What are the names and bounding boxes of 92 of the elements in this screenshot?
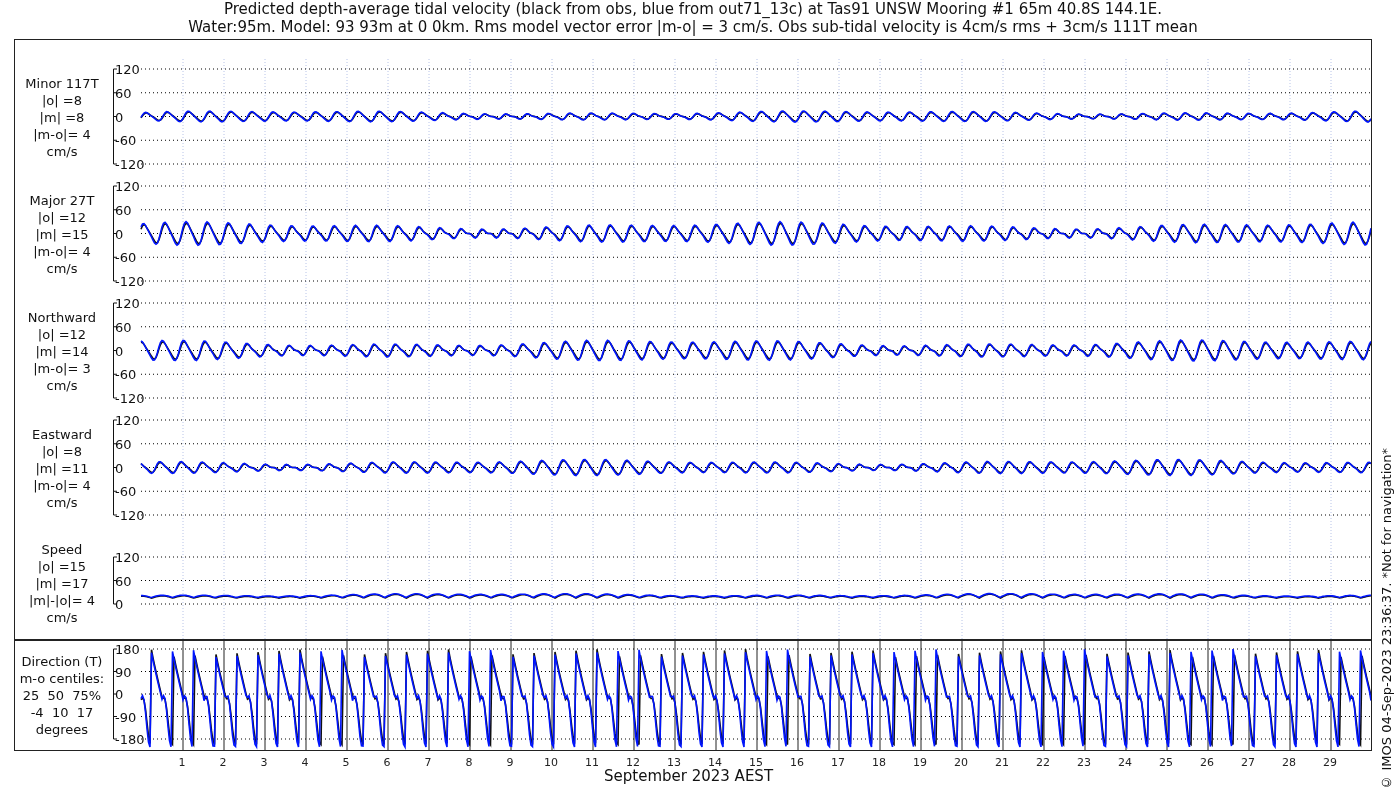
- y-tick-label: -120: [114, 391, 145, 406]
- panel-label: cm/s: [46, 143, 78, 160]
- panel-label: |m-o|= 4: [33, 126, 91, 143]
- panel-label: Direction (T): [21, 653, 103, 670]
- y-axis: [112, 556, 118, 605]
- chart-title: Predicted depth-average tidal velocity (black from obs, blue from out71_13c) at Tas91 UNSW Mooring #1 65m 40.8S 144.1E.: [224, 0, 1162, 18]
- panel-label: |m| =17: [35, 574, 89, 592]
- panel-label: |o| =15: [37, 557, 87, 575]
- y-tick-label: 120: [114, 62, 140, 77]
- panel-label: |o| =8: [41, 92, 82, 109]
- x-tick-label: 11: [585, 756, 599, 769]
- panel-label: cm/s: [46, 608, 78, 626]
- y-tick-label: -60: [114, 250, 137, 266]
- y-tick-label: -60: [114, 367, 137, 383]
- y-tick-label: 0: [114, 343, 124, 359]
- panel-label: m-o centiles:: [19, 670, 105, 687]
- panel-label: |o| =12: [37, 209, 87, 226]
- panel-label: Northward: [27, 309, 97, 326]
- y-tick-label: 90: [114, 664, 132, 680]
- y-tick-label: 0: [114, 226, 124, 242]
- y-tick-label: 0: [114, 109, 124, 125]
- panel-label: 25 50 75%: [22, 687, 102, 704]
- panel-label: cm/s: [46, 377, 78, 394]
- y-tick-label: 60: [114, 573, 132, 589]
- y-tick-label: -90: [114, 709, 137, 725]
- x-tick-label: 13: [667, 756, 681, 769]
- x-tick-label: 22: [1036, 756, 1050, 769]
- y-tick-label: -120: [114, 157, 145, 172]
- credit-text: © IMOS 04-Sep-2023 23:36:37. *Not for navigation*: [1378, 448, 1394, 790]
- y-tick-label: 60: [114, 319, 132, 335]
- y-tick-label: 180: [114, 642, 140, 657]
- x-tick-label: 28: [1282, 756, 1296, 769]
- panel-label: cm/s: [46, 494, 78, 511]
- y-tick-label: -60: [114, 133, 137, 149]
- y-tick-label: -180: [114, 732, 145, 747]
- panel-label: Eastward: [31, 426, 92, 443]
- x-tick-label: 9: [506, 756, 514, 769]
- panel-label: Major 27T: [29, 192, 95, 209]
- y-tick-label: 0: [114, 460, 124, 476]
- x-tick-label: 21: [995, 756, 1009, 769]
- x-tick-label: 7: [424, 756, 432, 769]
- x-tick-label: 27: [1241, 756, 1255, 769]
- x-axis-label: September 2023 AEST: [604, 767, 774, 785]
- y-tick-label: 120: [114, 179, 140, 194]
- y-tick-label: -120: [114, 274, 145, 289]
- x-tick-label: 2: [219, 756, 227, 769]
- panel-label: degrees: [35, 721, 89, 738]
- x-tick-label: 10: [544, 756, 558, 769]
- x-tick-label: 1: [178, 756, 186, 769]
- panel-label: cm/s: [46, 260, 78, 277]
- panel-label: |m| =15: [35, 226, 89, 243]
- panel-label: Speed: [41, 540, 83, 558]
- panel-label: |m-o|= 4: [33, 243, 91, 260]
- panel-label: |m| =14: [35, 343, 89, 360]
- x-tick-label: 4: [301, 756, 309, 769]
- x-tick-label: 25: [1159, 756, 1173, 769]
- panel-label: |o| =12: [37, 326, 87, 343]
- y-tick-label: 120: [114, 550, 140, 565]
- panel-label: |o| =8: [41, 443, 82, 460]
- y-tick-label: 60: [114, 436, 132, 452]
- x-tick-label: 18: [872, 756, 886, 769]
- y-tick-label: 120: [114, 413, 140, 428]
- panel-label: |m| =8: [39, 109, 85, 126]
- y-tick-label: 120: [114, 296, 140, 311]
- x-tick-label: 23: [1077, 756, 1091, 769]
- x-tick-label: 17: [831, 756, 845, 769]
- y-tick-label: 60: [114, 202, 132, 218]
- x-tick-label: 5: [342, 756, 350, 769]
- panel-label: |m|-|o|= 4: [28, 591, 96, 609]
- y-tick-label: 0: [114, 597, 124, 612]
- x-tick-label: 24: [1118, 756, 1132, 769]
- y-tick-label: 60: [114, 85, 132, 101]
- x-tick-label: 12: [626, 756, 640, 769]
- x-tick-label: 29: [1323, 756, 1337, 769]
- panel-label: -4 10 17: [30, 704, 94, 721]
- panel-label: Minor 117T: [25, 75, 99, 92]
- x-tick-label: 6: [383, 756, 391, 769]
- x-tick-label: 14: [708, 756, 722, 769]
- panel-label: |m-o|= 3: [33, 360, 91, 377]
- y-tick-label: -120: [114, 508, 145, 523]
- x-tick-label: 15: [749, 756, 763, 769]
- chart-title: Water:95m. Model: 93 93m at 0 0km. Rms model vector error |m-o| = 3 cm/s. Obs sub-tidal velocity is 4cm/s rms + 3cm/s 111T mean: [188, 18, 1198, 36]
- x-tick-label: 3: [260, 756, 268, 769]
- panel-label: |m-o|= 4: [33, 477, 91, 494]
- x-tick-label: 16: [790, 756, 804, 769]
- x-tick-label: 20: [954, 756, 968, 769]
- x-tick-label: 26: [1200, 756, 1214, 769]
- x-tick-label: 8: [465, 756, 473, 769]
- y-tick-label: -60: [114, 484, 137, 500]
- panel-label: |m| =11: [35, 460, 89, 477]
- x-tick-label: 19: [913, 756, 927, 769]
- y-tick-label: 0: [114, 687, 124, 702]
